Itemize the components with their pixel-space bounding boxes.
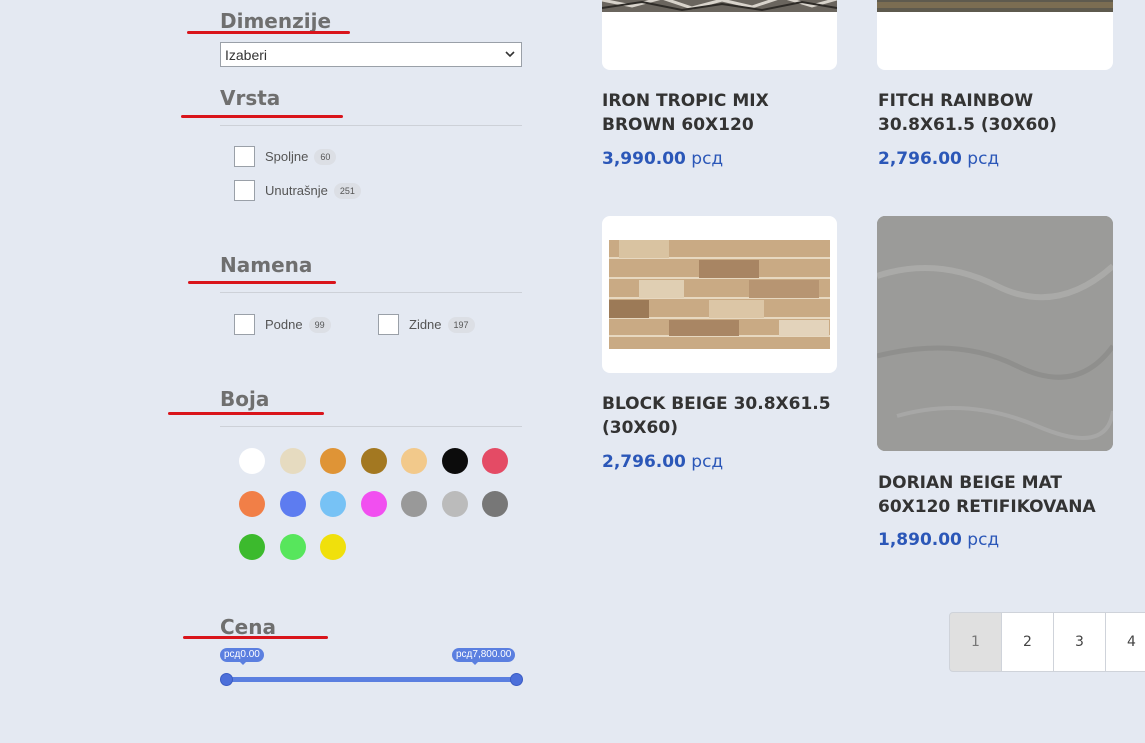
price-min-label: рсд0.00 xyxy=(220,648,264,662)
color-swatch[interactable] xyxy=(320,448,346,474)
checkbox-box[interactable] xyxy=(234,180,255,201)
filter-title-type: Vrsta xyxy=(220,86,281,110)
product-name-line: DORIAN BEIGE MAT xyxy=(878,473,1063,493)
price-max-label: рсд7,800.00 xyxy=(452,648,516,662)
price-currency: рсд xyxy=(691,452,724,472)
product-name[interactable]: IRON TROPIC MIX BROWN 60X120 xyxy=(602,89,769,137)
checkbox-label: Zidne xyxy=(409,317,442,332)
price-max-handle[interactable] xyxy=(510,673,523,686)
color-swatch[interactable] xyxy=(441,448,468,474)
annotation-underline xyxy=(188,281,336,284)
checkbox-label: Podne xyxy=(265,317,303,332)
color-swatch[interactable] xyxy=(360,491,387,517)
color-swatch[interactable] xyxy=(279,491,306,517)
page-button-1[interactable]: 1 xyxy=(949,612,1002,672)
product-name[interactable]: BLOCK BEIGE 30.8X61.5 (30X60) xyxy=(602,392,831,440)
product-image[interactable] xyxy=(602,0,837,70)
color-swatch[interactable] xyxy=(360,448,387,474)
tile-texture-image xyxy=(877,216,1113,451)
annotation-underline xyxy=(187,31,350,34)
color-swatch[interactable] xyxy=(279,534,306,560)
color-swatch[interactable] xyxy=(401,491,427,517)
color-swatch[interactable] xyxy=(401,448,427,474)
divider xyxy=(220,125,522,126)
price-amount: 3,990.00 xyxy=(602,149,686,169)
page-button-2[interactable]: 2 xyxy=(1001,612,1054,672)
price-currency: рсд xyxy=(691,149,724,169)
tile-texture-image xyxy=(602,0,837,12)
color-swatch[interactable] xyxy=(239,491,265,517)
checkbox-zidne[interactable]: Zidne 197 xyxy=(378,314,475,335)
color-swatch[interactable] xyxy=(482,448,508,474)
annotation-underline xyxy=(183,636,328,639)
filter-title-color: Boja xyxy=(220,387,270,411)
checkbox-podne[interactable]: Podne 99 xyxy=(234,314,331,335)
count-badge: 99 xyxy=(308,316,331,333)
checkbox-unutrasnje[interactable]: Unutrašnje 251 xyxy=(234,180,361,201)
page-button-4[interactable]: 4 xyxy=(1105,612,1145,672)
product-name-line: 30.8X61.5 (30X60) xyxy=(878,115,1057,135)
checkbox-box[interactable] xyxy=(234,314,255,335)
page-button-3[interactable]: 3 xyxy=(1053,612,1106,672)
color-swatch[interactable] xyxy=(239,534,265,560)
checkbox-box[interactable] xyxy=(378,314,399,335)
checkbox-label: Spoljne xyxy=(265,149,309,164)
product-name-line: (30X60) xyxy=(602,418,678,438)
price-currency: рсд xyxy=(967,149,1000,169)
annotation-underline xyxy=(168,412,324,415)
divider xyxy=(220,426,522,427)
price-amount: 1,890.00 xyxy=(878,530,962,550)
price-range-slider[interactable] xyxy=(226,677,516,682)
product-price: 2,796.00 рсд xyxy=(878,149,999,169)
checkbox-box[interactable] xyxy=(234,146,255,167)
tile-texture-image xyxy=(609,240,830,349)
product-name[interactable]: DORIAN BEIGE MAT 60X120 RETIFIKOVANA xyxy=(878,471,1096,519)
color-swatch[interactable] xyxy=(239,448,265,474)
product-name-line: FITCH RAINBOW xyxy=(878,91,1034,111)
color-swatch[interactable] xyxy=(320,491,346,517)
product-image[interactable] xyxy=(602,216,837,373)
color-swatch[interactable] xyxy=(482,491,508,517)
checkbox-label: Unutrašnje xyxy=(265,183,328,198)
product-price: 2,796.00 рсд xyxy=(602,452,723,472)
chevron-down-icon xyxy=(505,51,515,58)
color-swatch[interactable] xyxy=(279,448,306,474)
product-name[interactable]: FITCH RAINBOW 30.8X61.5 (30X60) xyxy=(878,89,1057,137)
checkbox-spoljne[interactable]: Spoljne 60 xyxy=(234,146,337,167)
product-name-line: BROWN 60X120 xyxy=(602,115,754,135)
count-badge: 197 xyxy=(447,316,475,333)
price-currency: рсд xyxy=(967,530,1000,550)
product-price: 3,990.00 рсд xyxy=(602,149,723,169)
tile-texture-image xyxy=(877,0,1113,12)
pagination: 1 2 3 4 xyxy=(949,612,1145,672)
product-image[interactable] xyxy=(877,216,1113,451)
product-name-line: 60X120 RETIFIKOVANA xyxy=(878,497,1096,517)
price-amount: 2,796.00 xyxy=(878,149,962,169)
product-price: 1,890.00 рсд xyxy=(878,530,999,550)
price-min-handle[interactable] xyxy=(220,673,233,686)
divider xyxy=(220,292,522,293)
product-name-line: IRON TROPIC MIX xyxy=(602,91,769,111)
dimensions-select[interactable]: Izaberi xyxy=(220,42,522,67)
count-badge: 60 xyxy=(314,148,337,165)
annotation-underline xyxy=(181,115,343,118)
product-image[interactable] xyxy=(877,0,1113,70)
dimensions-select-value: Izaberi xyxy=(225,47,268,63)
filter-title-purpose: Namena xyxy=(220,253,313,277)
color-swatch[interactable] xyxy=(320,534,346,560)
count-badge: 251 xyxy=(333,182,361,199)
price-amount: 2,796.00 xyxy=(602,452,686,472)
filter-title-dimensions: Dimenzije xyxy=(220,9,332,33)
product-name-line: BLOCK BEIGE 30.8X61.5 xyxy=(602,394,831,414)
color-swatch[interactable] xyxy=(441,491,468,517)
